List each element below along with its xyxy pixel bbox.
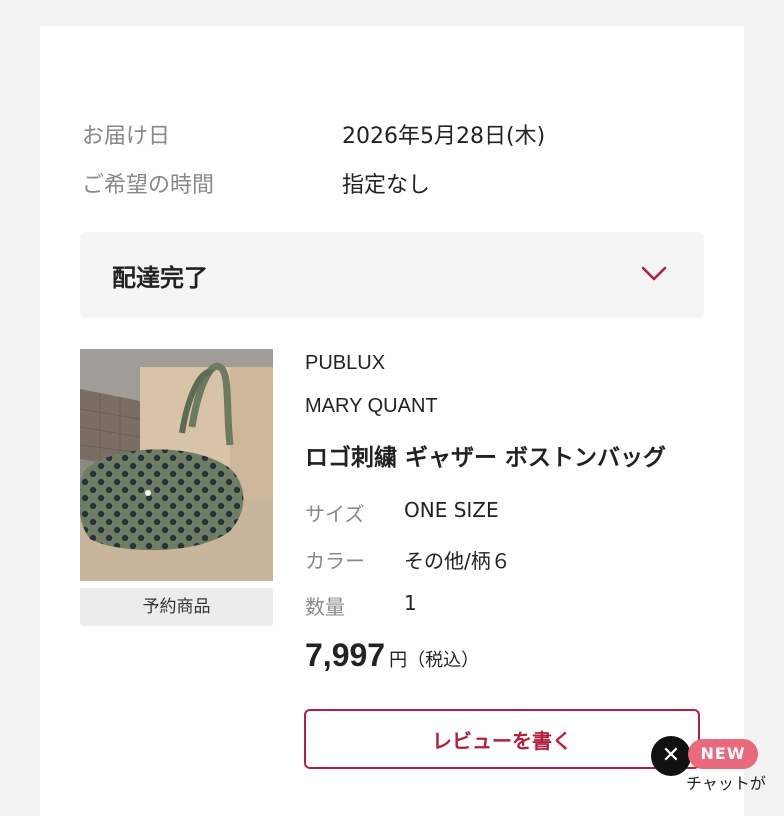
delivery-time-label: ご希望の時間 (82, 173, 215, 198)
quantity-label: 数量 (305, 595, 345, 619)
size-label: サイズ (305, 502, 365, 526)
price-amount: 7,997 (305, 637, 386, 673)
size-value: ONE SIZE (404, 498, 499, 522)
chat-widget-label[interactable]: チャットが (686, 770, 766, 794)
product-sub-brand[interactable]: MARY QUANT (305, 395, 438, 418)
delivery-status-title: 配達完了 (112, 264, 208, 292)
quantity-value: 1 (404, 591, 417, 615)
new-badge: NEW (688, 739, 758, 769)
product-price: 7,997 円（税込） (305, 637, 479, 674)
price-unit: 円（税込） (389, 650, 480, 671)
write-review-button[interactable]: レビューを書く (304, 709, 700, 769)
close-icon[interactable]: ✕ (651, 736, 691, 776)
preorder-badge: 予約商品 (80, 588, 273, 626)
product-image[interactable] (80, 349, 273, 581)
product-brand[interactable]: PUBLUX (305, 352, 385, 375)
delivery-status-accordion[interactable]: 配達完了 (80, 232, 704, 318)
product-name[interactable]: ロゴ刺繍 ギャザー ボストンバッグ (305, 438, 705, 472)
chevron-down-icon (641, 266, 667, 281)
color-value: その他/柄６ (404, 549, 511, 573)
delivery-date-label: お届け日 (82, 124, 171, 149)
delivery-time-value: 指定なし (342, 173, 431, 198)
color-label: カラー (305, 549, 365, 573)
delivery-date-value: 2026年5月28日(木) (342, 124, 546, 149)
